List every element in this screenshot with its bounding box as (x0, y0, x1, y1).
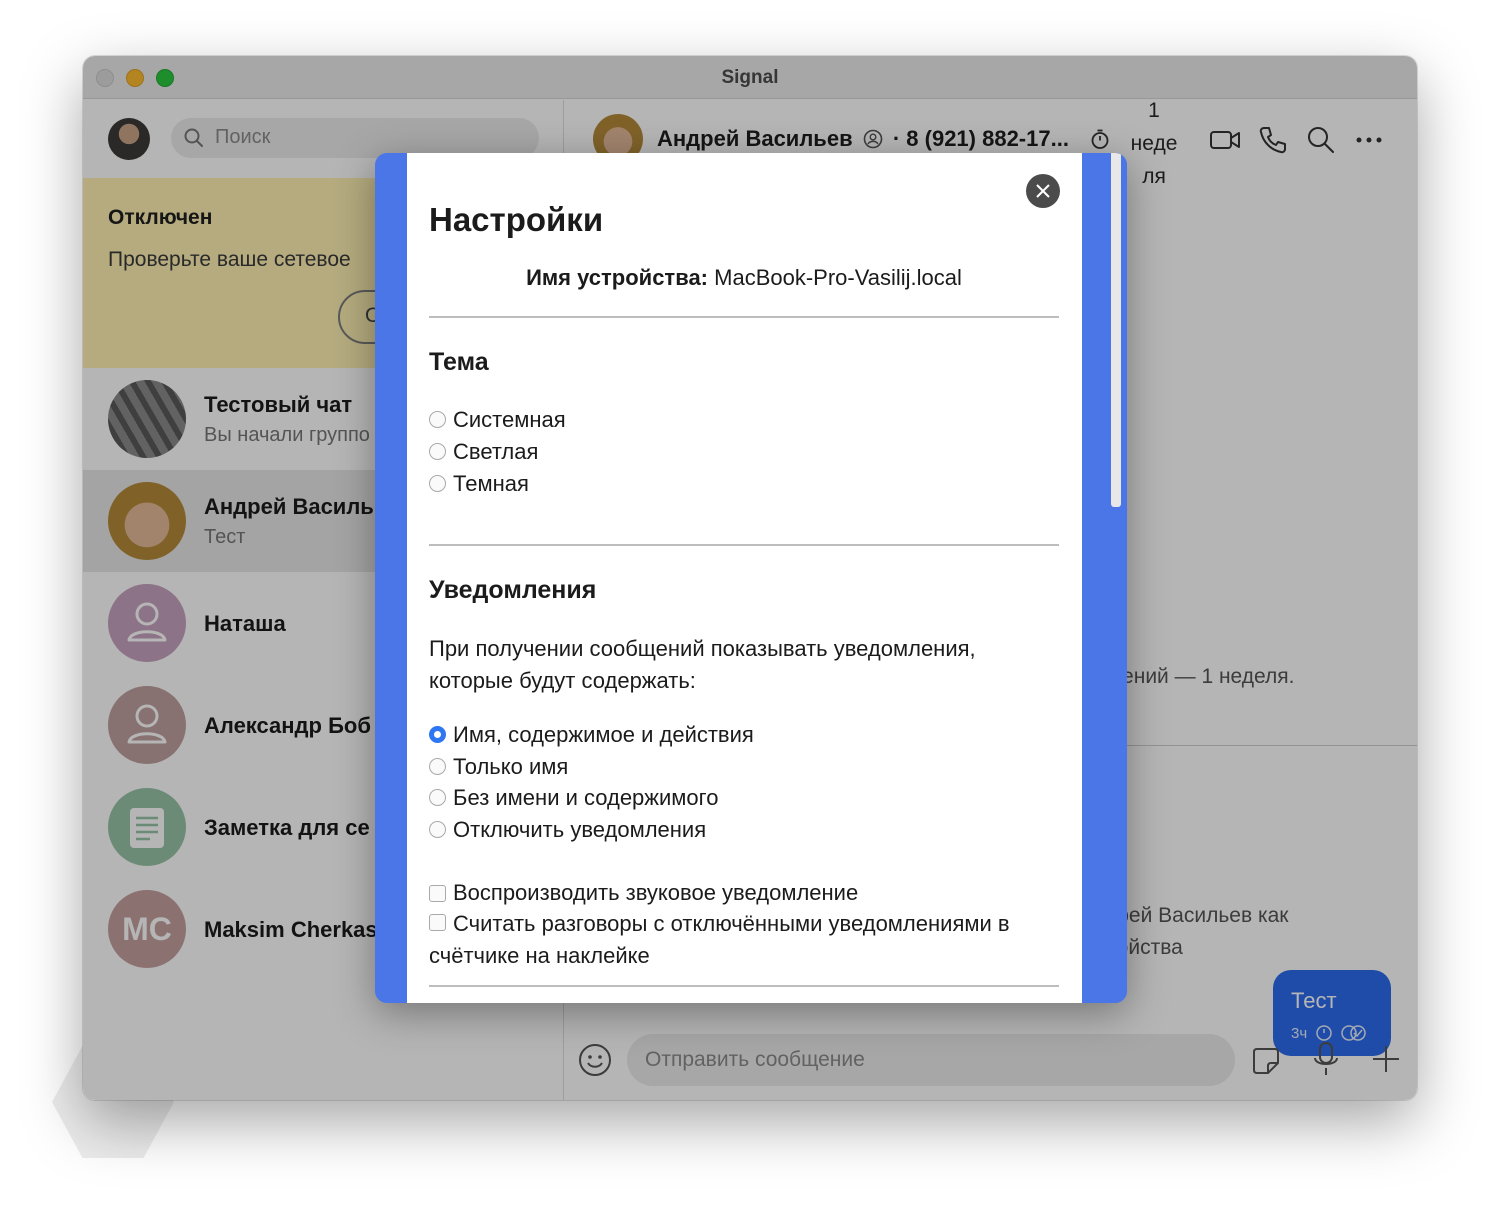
option-label: Системная (453, 407, 566, 432)
section-divider (429, 985, 1059, 987)
option-label: Темная (453, 471, 529, 496)
checkbox[interactable] (429, 914, 446, 931)
radio-button[interactable] (429, 789, 446, 806)
checkbox-label: Считать разговоры с отключёнными уведомл… (429, 911, 1010, 968)
checkbox[interactable] (429, 885, 446, 902)
device-name-label: Имя устройства: (526, 265, 709, 290)
checkbox-label: Воспроизводить звуковое уведомление (453, 880, 859, 905)
count-muted-checkbox-row[interactable]: Считать разговоры с отключёнными уведомл… (429, 908, 1069, 972)
section-divider (429, 544, 1059, 546)
scrollbar-thumb[interactable] (1111, 153, 1121, 507)
settings-title: Настройки (429, 201, 604, 238)
settings-modal: Настройки Имя устройства: MacBook-Pro-Va… (375, 153, 1127, 1003)
notifications-description: При получении сообщений показывать уведо… (429, 636, 976, 693)
radio-button[interactable] (429, 758, 446, 775)
device-name-value: MacBook-Pro-Vasilij.local (714, 265, 962, 290)
radio-button[interactable] (429, 475, 446, 492)
option-label: Только имя (453, 754, 569, 779)
radio-button-selected[interactable] (429, 726, 446, 743)
device-name-row: Имя устройства: MacBook-Pro-Vasilij.loca… (429, 265, 1059, 291)
notifications-heading: Уведомления (429, 576, 597, 604)
option-label: Без имени и содержимого (453, 785, 719, 810)
option-label: Отключить уведомления (453, 817, 707, 842)
option-label: Светлая (453, 439, 539, 464)
screenshot-page: Signal Поиск Отключен Проверьте ваше сет… (0, 0, 1500, 1210)
radio-button[interactable] (429, 443, 446, 460)
close-settings-button[interactable] (1026, 174, 1060, 208)
option-label: Имя, содержимое и действия (453, 722, 754, 747)
section-divider (429, 316, 1059, 318)
radio-button[interactable] (429, 411, 446, 428)
close-icon (1036, 184, 1050, 198)
theme-heading: Тема (429, 348, 489, 376)
radio-button[interactable] (429, 821, 446, 838)
